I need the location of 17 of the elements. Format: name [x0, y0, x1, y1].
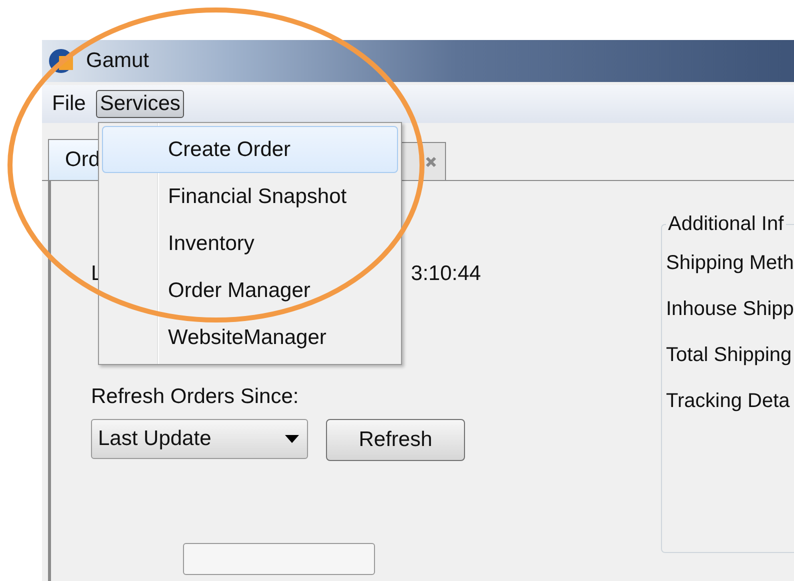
menu-item[interactable]: Financial Snapshot	[102, 173, 398, 220]
menu-item[interactable]: WebsiteManager	[102, 314, 398, 361]
menu-item[interactable]: Create Order	[102, 126, 398, 173]
refresh-label: Refresh Orders Since:	[91, 385, 300, 409]
field-label: Total Shipping	[666, 342, 793, 368]
field-label: Tracking Deta	[666, 388, 791, 414]
menu-item[interactable]: Inventory	[102, 220, 398, 267]
refresh-since-dropdown[interactable]: Last Update	[91, 419, 308, 459]
menu-item[interactable]: Services	[96, 90, 184, 118]
menu-item[interactable]: File	[48, 90, 90, 118]
refresh-button[interactable]: Refresh	[326, 419, 465, 461]
time-value: 3:10:44	[410, 262, 481, 286]
group-title: Additional Inf	[667, 213, 785, 236]
window-title: Gamut	[86, 49, 150, 73]
field-label: Inhouse Shipp	[666, 296, 794, 322]
menu-item[interactable]: Order Manager	[102, 267, 398, 314]
field-label: Shipping Meth	[666, 250, 794, 276]
